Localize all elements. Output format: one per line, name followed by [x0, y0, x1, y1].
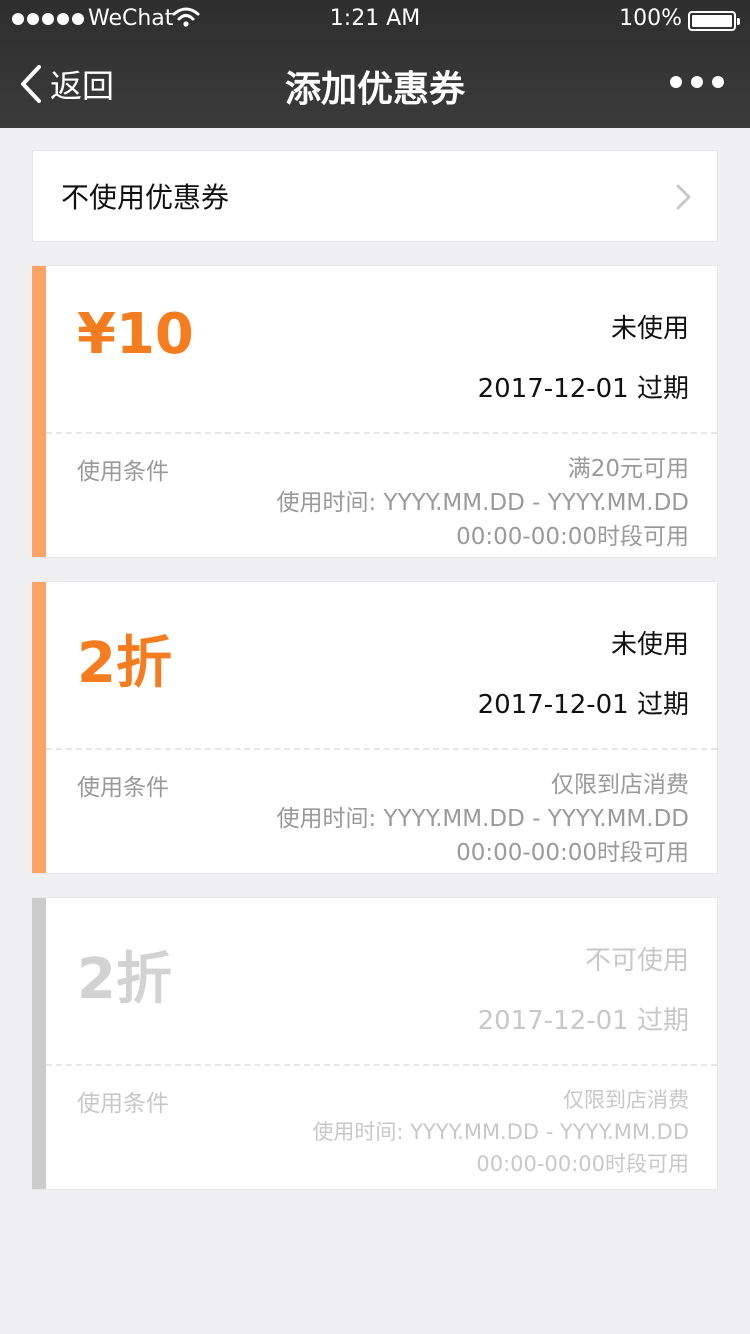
condition-label: 使用条件	[77, 459, 169, 485]
coupon-amount: ¥10	[77, 302, 194, 367]
dashed-divider	[46, 748, 717, 750]
use-time-text: 使用时间: YYYY.MM.DD - YYYY.MM.DD	[312, 1120, 689, 1144]
coupon-card[interactable]: ¥10 未使用 2017-12-01 过期 使用条件 满20元可用 使用时间: …	[32, 265, 718, 558]
use-time-text: 使用时间: YYYY.MM.DD - YYYY.MM.DD	[276, 806, 689, 832]
coupon-card[interactable]: 2折 未使用 2017-12-01 过期 使用条件 仅限到店消费 使用时间: Y…	[32, 581, 718, 874]
page-title: 添加优惠券	[284, 69, 465, 110]
coupon-card-disabled: 2折 不可使用 2017-12-01 过期 使用条件 仅限到店消费 使用时间: …	[32, 897, 718, 1190]
condition-text: 仅限到店消费	[551, 772, 689, 798]
status-bar: WeChat 1:21 AM 100%	[0, 0, 750, 40]
coupon-expire-date: 2017-12-01 过期	[477, 690, 689, 720]
time-slot-text: 00:00-00:00时段可用	[476, 1152, 689, 1176]
condition-details: 满20元可用 使用时间: YYYY.MM.DD - YYYY.MM.DD 00:…	[276, 452, 689, 554]
dashed-divider	[46, 1064, 717, 1066]
top-bar: WeChat 1:21 AM 100% 返回 添加优惠券	[0, 0, 750, 128]
condition-details: 仅限到店消费 使用时间: YYYY.MM.DD - YYYY.MM.DD 00:…	[276, 768, 689, 870]
coupon-expire-date: 2017-12-01 过期	[477, 374, 689, 404]
coupon-expire-date: 2017-12-01 过期	[477, 1006, 689, 1036]
battery-icon	[688, 11, 740, 31]
coupon-accent-bar	[32, 266, 46, 557]
coupon-accent-bar	[32, 582, 46, 873]
more-dots-icon[interactable]	[670, 76, 724, 88]
coupon-amount: 2折	[77, 947, 172, 1012]
time-slot-text: 00:00-00:00时段可用	[456, 840, 689, 866]
condition-text: 仅限到店消费	[563, 1088, 689, 1112]
condition-label: 使用条件	[77, 775, 169, 801]
navigation-bar: 返回 添加优惠券	[0, 40, 750, 128]
coupon-state: 不可使用	[584, 946, 689, 976]
coupon-accent-bar	[32, 898, 46, 1189]
no-coupon-label: 不使用优惠券	[61, 181, 230, 214]
no-coupon-row[interactable]: 不使用优惠券	[32, 150, 718, 242]
condition-details: 仅限到店消费 使用时间: YYYY.MM.DD - YYYY.MM.DD 00:…	[312, 1084, 689, 1180]
coupon-state: 未使用	[610, 630, 689, 660]
coupon-state: 未使用	[610, 314, 689, 344]
condition-label: 使用条件	[77, 1091, 169, 1117]
condition-text: 满20元可用	[567, 456, 689, 482]
chevron-right-icon	[676, 184, 691, 210]
time-slot-text: 00:00-00:00时段可用	[456, 524, 689, 550]
use-time-text: 使用时间: YYYY.MM.DD - YYYY.MM.DD	[276, 490, 689, 516]
dashed-divider	[46, 432, 717, 434]
coupon-amount: 2折	[77, 631, 172, 696]
battery-percent: 100%	[619, 6, 682, 31]
